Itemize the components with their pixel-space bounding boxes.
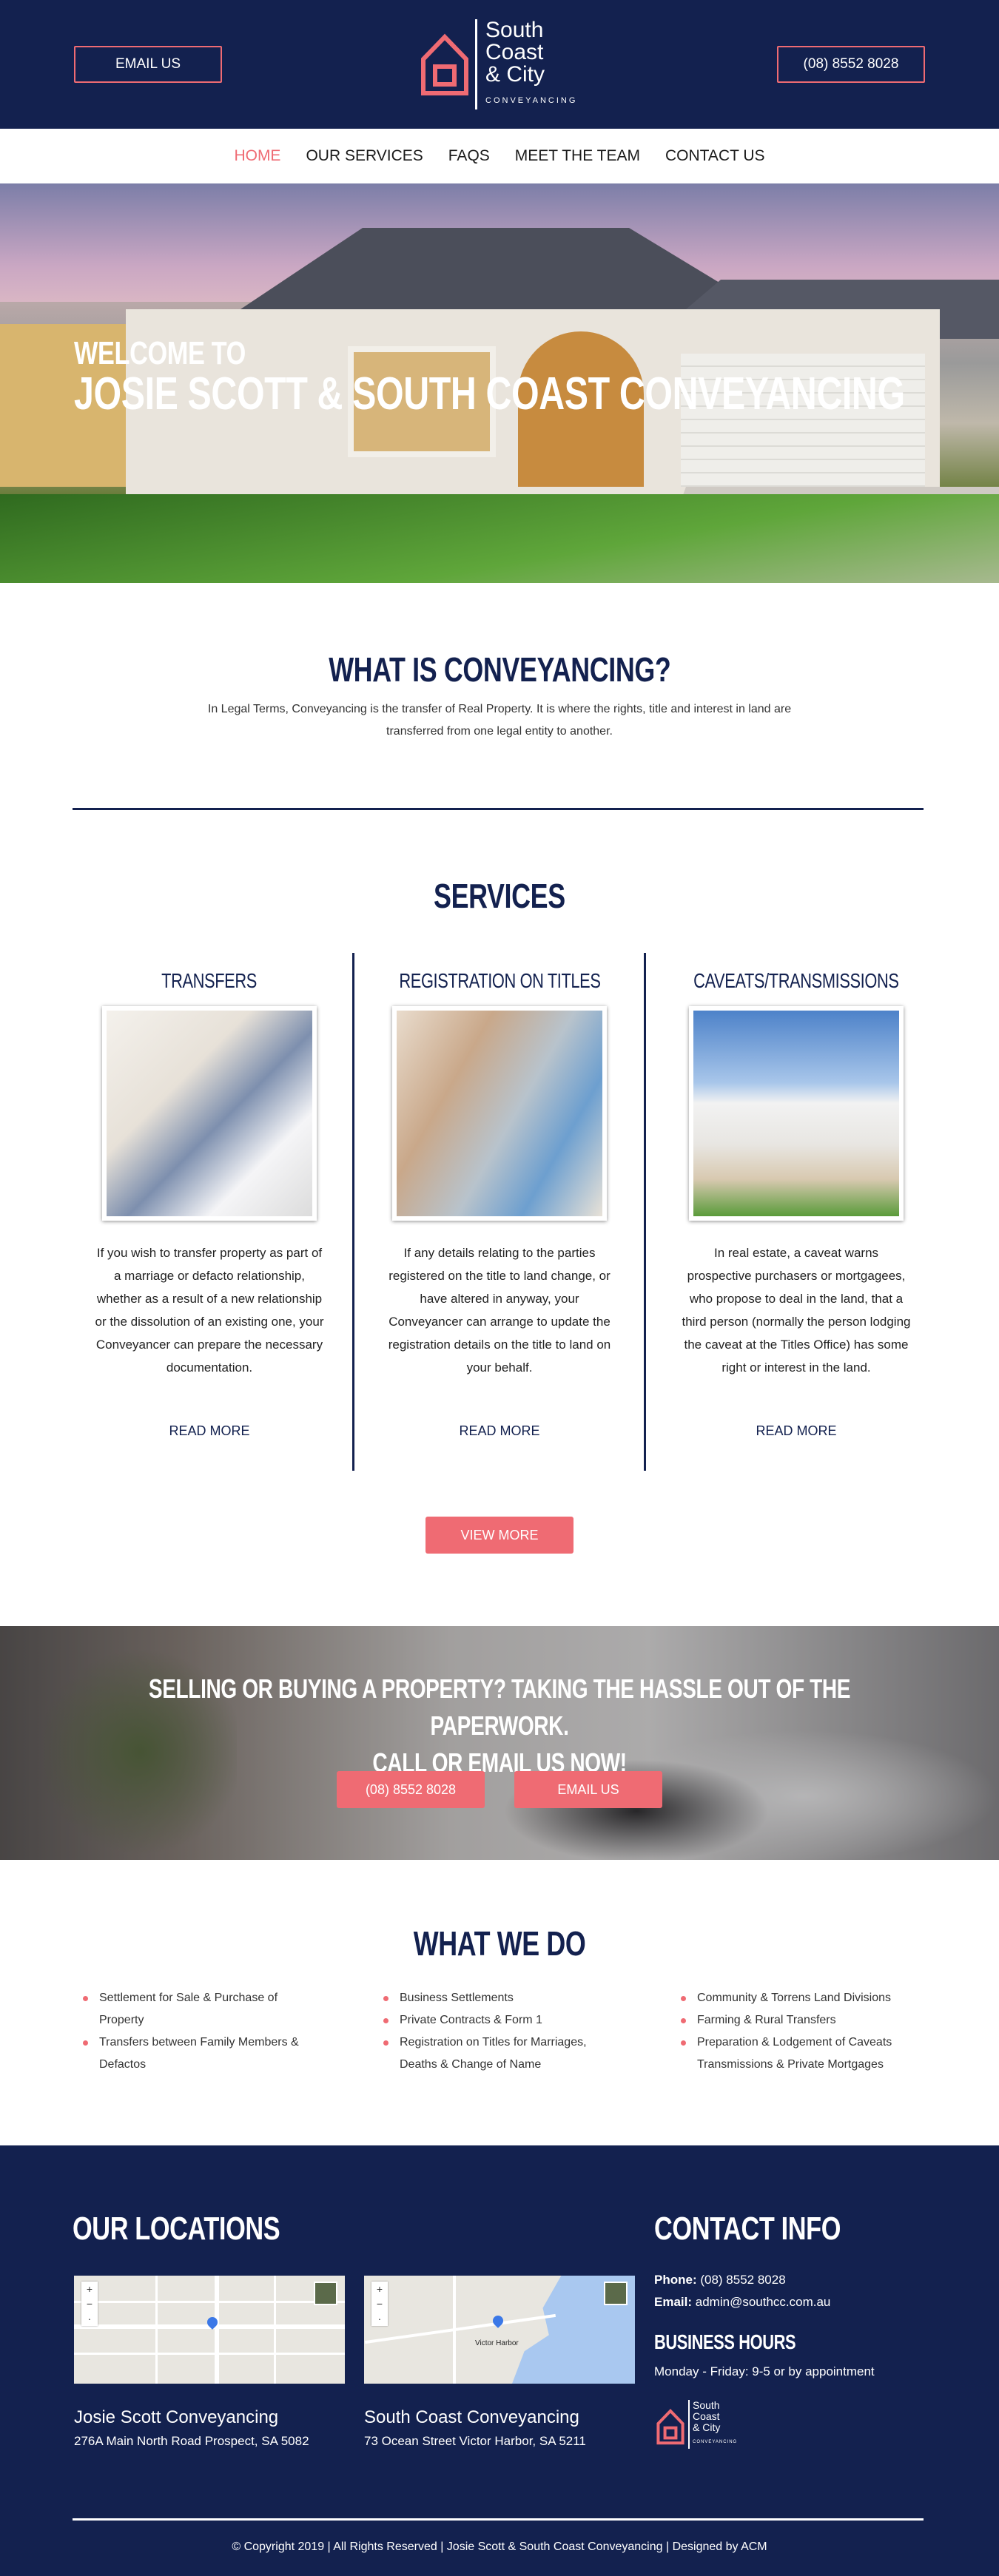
service-photo-caveats bbox=[689, 1006, 904, 1221]
business-hours-title: BUSINESS HOURS bbox=[654, 2330, 796, 2353]
footer-logo-line-1: South bbox=[693, 2399, 720, 2411]
footer-logo-tagline: CONVEYANCING bbox=[693, 2440, 738, 2444]
map-victor-harbor[interactable]: + − · Victor Harbor bbox=[364, 2276, 635, 2384]
list-item: Community & Torrens Land Divisions bbox=[681, 1987, 925, 2009]
what-we-do-title-wrap: WHAT WE DO bbox=[0, 1923, 999, 1963]
hero-lawn bbox=[0, 494, 999, 583]
location-address: 73 Ocean Street Victor Harbor, SA 5211 bbox=[364, 2434, 586, 2448]
phone-label: Phone: bbox=[654, 2273, 697, 2287]
cta-heading: SELLING OR BUYING A PROPERTY? TAKING THE… bbox=[0, 1670, 999, 1781]
hero-banner: WELCOME TO JOSIE SCOTT & SOUTH COAST CON… bbox=[0, 183, 999, 583]
read-more-link[interactable]: READ MORE bbox=[70, 1423, 349, 1439]
footer-logo-line-2: Coast bbox=[693, 2410, 720, 2422]
services-title: SERVICES bbox=[434, 877, 565, 915]
map-satellite-toggle[interactable] bbox=[314, 2282, 337, 2305]
map-zoom-controls[interactable]: + − · bbox=[371, 2282, 388, 2326]
contact-title: CONTACT INFO bbox=[654, 2211, 841, 2247]
hero-company-name: JOSIE SCOTT & SOUTH COAST CONVEYANCING bbox=[74, 368, 905, 419]
conveyancing-body: In Legal Terms, Conveyancing is the tran… bbox=[207, 703, 792, 738]
hero-heading: WELCOME TO JOSIE SCOTT & SOUTH COAST CON… bbox=[74, 335, 999, 420]
read-more-link[interactable]: READ MORE bbox=[657, 1423, 935, 1439]
map-pin-icon bbox=[491, 2313, 505, 2328]
what-we-do-list: Settlement for Sale & Purchase of Proper… bbox=[83, 1987, 305, 2076]
service-divider bbox=[644, 953, 646, 1471]
footer-divider bbox=[73, 2518, 924, 2521]
house-icon bbox=[421, 33, 468, 95]
list-item: Preparation & Lodgement of Caveats Trans… bbox=[681, 2032, 925, 2076]
list-item: Farming & Rural Transfers bbox=[681, 2009, 925, 2032]
service-divider bbox=[352, 953, 354, 1471]
header-email-button[interactable]: EMAIL US bbox=[74, 46, 222, 83]
what-we-do-title: WHAT WE DO bbox=[413, 1924, 586, 1963]
email-label: Email: bbox=[654, 2295, 693, 2309]
logo-line-2: Coast bbox=[485, 40, 544, 64]
nav-meet-the-team[interactable]: MEET THE TEAM bbox=[515, 147, 640, 165]
read-more-link[interactable]: READ MORE bbox=[360, 1423, 639, 1439]
services-title-wrap: SERVICES bbox=[0, 876, 999, 916]
logo-line-3: & City bbox=[485, 62, 545, 87]
map-zoom-controls[interactable]: + − · bbox=[81, 2282, 98, 2326]
email-value[interactable]: admin@southcc.com.au bbox=[696, 2295, 831, 2309]
map-place-label: Victor Harbor bbox=[475, 2339, 519, 2347]
logo-divider bbox=[475, 19, 477, 109]
cta-banner: SELLING OR BUYING A PROPERTY? TAKING THE… bbox=[0, 1626, 999, 1860]
service-photo-registration bbox=[392, 1006, 607, 1221]
service-title: CAVEATS/TRANSMISSIONS bbox=[693, 969, 899, 992]
cta-line-1: SELLING OR BUYING A PROPERTY? TAKING THE… bbox=[148, 1673, 851, 1741]
footer-logo[interactable]: South Coast & City CONVEYANCING bbox=[656, 2398, 744, 2450]
logo[interactable]: South Coast & City CONVEYANCING bbox=[419, 16, 583, 112]
cta-email-button[interactable]: EMAIL US bbox=[514, 1771, 662, 1808]
service-card-registration: REGISTRATION ON TITLES If any details re… bbox=[360, 969, 639, 1438]
service-card-transfers: TRANSFERS If you wish to transfer proper… bbox=[70, 969, 349, 1438]
list-item: Private Contracts & Form 1 bbox=[383, 2009, 605, 2032]
list-item: Transfers between Family Members & Defac… bbox=[83, 2032, 305, 2076]
service-text: In real estate, a caveat warns prospecti… bbox=[682, 1246, 911, 1375]
service-title: TRANSFERS bbox=[161, 969, 258, 992]
copyright: © Copyright 2019 | All Rights Reserved |… bbox=[232, 2540, 767, 2553]
view-more-button[interactable]: VIEW MORE bbox=[426, 1517, 574, 1554]
locations-title: OUR LOCATIONS bbox=[73, 2211, 280, 2247]
service-title: REGISTRATION ON TITLES bbox=[398, 969, 601, 992]
map-prospect[interactable]: + − · bbox=[74, 2276, 345, 2384]
phone-value[interactable]: (08) 8552 8028 bbox=[700, 2273, 785, 2287]
nav-our-services[interactable]: OUR SERVICES bbox=[306, 147, 423, 165]
nav-home[interactable]: HOME bbox=[234, 147, 280, 165]
conveyancing-title-wrap: WHAT IS CONVEYANCING? bbox=[0, 650, 999, 689]
section-divider bbox=[73, 808, 924, 810]
hero-welcome: WELCOME TO bbox=[74, 335, 246, 371]
header-phone-button[interactable]: (08) 8552 8028 bbox=[777, 46, 925, 83]
house-icon bbox=[656, 2408, 684, 2445]
map-satellite-toggle[interactable] bbox=[604, 2282, 628, 2305]
service-text: If any details relating to the parties r… bbox=[388, 1246, 611, 1375]
location-address: 276A Main North Road Prospect, SA 5082 bbox=[74, 2434, 309, 2448]
nav-faqs[interactable]: FAQS bbox=[448, 147, 490, 165]
location-name: South Coast Conveyancing bbox=[364, 2407, 579, 2427]
what-we-do-list: Business Settlements Private Contracts &… bbox=[383, 1987, 605, 2076]
business-hours-text: Monday - Friday: 9-5 or by appointment bbox=[654, 2364, 875, 2378]
conveyancing-title: WHAT IS CONVEYANCING? bbox=[328, 650, 671, 689]
top-bar: EMAIL US South Coast & City CONVEYANCING… bbox=[0, 0, 999, 129]
cta-phone-button[interactable]: (08) 8552 8028 bbox=[337, 1771, 485, 1808]
main-nav: HOME OUR SERVICES FAQS MEET THE TEAM CON… bbox=[0, 129, 999, 183]
contact-phone[interactable]: Phone: (08) 8552 8028 bbox=[654, 2273, 786, 2287]
list-item: Registration on Titles for Marriages, De… bbox=[383, 2032, 605, 2076]
service-photo-transfers bbox=[102, 1006, 317, 1221]
service-text: If you wish to transfer property as part… bbox=[95, 1246, 324, 1375]
list-item: Settlement for Sale & Purchase of Proper… bbox=[83, 1987, 305, 2032]
contact-email[interactable]: Email: admin@southcc.com.au bbox=[654, 2295, 830, 2310]
footer-logo-line-3: & City bbox=[693, 2421, 721, 2433]
what-we-do-list: Community & Torrens Land Divisions Farmi… bbox=[681, 1987, 925, 2076]
list-item: Business Settlements bbox=[383, 1987, 605, 2009]
logo-line-1: South bbox=[485, 18, 544, 42]
service-card-caveats: CAVEATS/TRANSMISSIONS In real estate, a … bbox=[657, 969, 935, 1438]
logo-tagline: CONVEYANCING bbox=[485, 96, 578, 105]
nav-contact-us[interactable]: CONTACT US bbox=[665, 147, 765, 165]
location-name: Josie Scott Conveyancing bbox=[74, 2407, 279, 2427]
